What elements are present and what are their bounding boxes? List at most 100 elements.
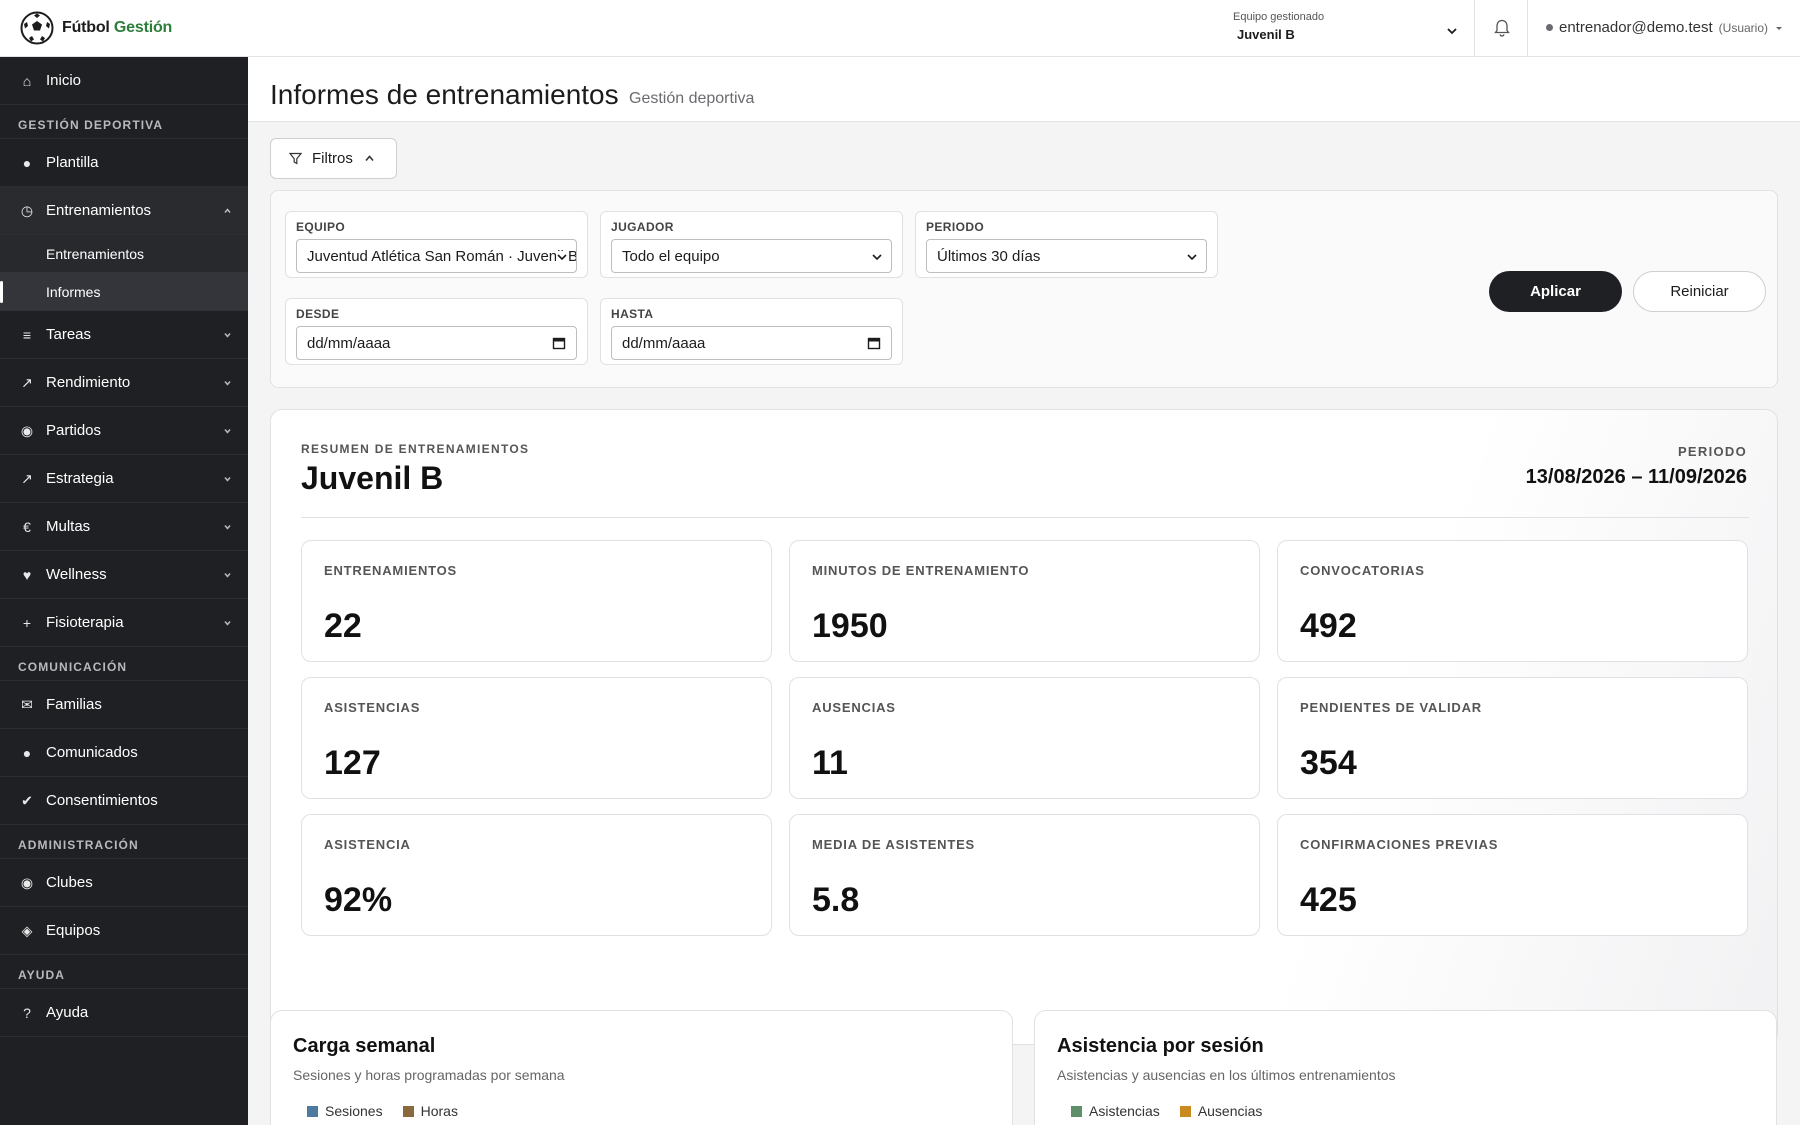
- card-title: Carga semanal: [293, 1035, 436, 1057]
- sidebar-item-multas[interactable]: € Multas: [0, 503, 248, 551]
- stat-label: ENTRENAMIENTOS: [324, 563, 458, 578]
- card-subtitle: Asistencias y ausencias en los últimos e…: [1057, 1067, 1396, 1083]
- stat-label: ASISTENCIAS: [324, 700, 421, 715]
- stat-label: CONFIRMACIONES PREVIAS: [1300, 837, 1499, 852]
- stat-label: PENDIENTES DE VALIDAR: [1300, 700, 1482, 715]
- sidebar-item-tareas[interactable]: ≡ Tareas: [0, 311, 248, 359]
- header-divider: [1474, 0, 1475, 57]
- legend-swatch: [307, 1105, 318, 1117]
- summary-period-value: 13/08/2026 – 11/09/2026: [1525, 466, 1747, 488]
- sidebar-item-plantilla[interactable]: ● Plantilla: [0, 139, 248, 187]
- card-title: Asistencia por sesión: [1057, 1035, 1264, 1057]
- sidebar-subitem-informes[interactable]: Informes: [0, 273, 248, 311]
- stat-value: 5.8: [812, 881, 860, 919]
- summary-divider: [301, 517, 1749, 518]
- managed-team-label: Equipo gestionado: [1233, 11, 1325, 23]
- trend-arrow-icon: ↗: [21, 374, 33, 390]
- sidebar-item-equipos[interactable]: ◈ Equipos: [0, 907, 248, 955]
- top-bar: Fútbol Gestión Equipo gestionado Juvenil…: [0, 0, 1800, 57]
- summary-team: Juvenil B: [301, 460, 444, 496]
- stat-value: 127: [324, 744, 381, 782]
- stat-card: MEDIA DE ASISTENTES 5.8: [789, 814, 1260, 936]
- periodo-select[interactable]: Últimos 30 días: [926, 239, 1207, 273]
- stat-label: AUSENCIAS: [812, 700, 896, 715]
- attendance-card: Asistencia por sesión Asistencias y ause…: [1034, 1010, 1777, 1125]
- sidebar-subitem-entrenamientos[interactable]: Entrenamientos: [0, 235, 248, 273]
- stat-card: CONFIRMACIONES PREVIAS 425: [1277, 814, 1748, 936]
- sidebar-item-comunicados[interactable]: ● Comunicados: [0, 729, 248, 777]
- sidebar-item-label: Estrategia: [46, 470, 114, 487]
- sidebar-item-partidos[interactable]: ◉ Partidos: [0, 407, 248, 455]
- calendar-icon[interactable]: [552, 336, 566, 350]
- legend-label: Ausencias: [1197, 1103, 1263, 1119]
- filter-jugador: JUGADOR Todo el equipo: [600, 211, 903, 278]
- sidebar-item-label: Comunicados: [46, 744, 138, 761]
- page-title: Informes de entrenamientos: [270, 79, 619, 110]
- sidebar-item-label: Plantilla: [46, 154, 99, 171]
- sidebar-item-label: Rendimiento: [46, 374, 131, 391]
- header-divider: [1527, 0, 1528, 57]
- stat-card: ASISTENCIAS 127: [301, 677, 772, 799]
- bell-icon[interactable]: [1492, 18, 1512, 38]
- heart-icon: ♥: [22, 566, 32, 583]
- stat-value: 492: [1300, 607, 1357, 645]
- legend-swatch: [402, 1105, 414, 1117]
- stat-card: PENDIENTES DE VALIDAR 354: [1277, 677, 1748, 799]
- app-logo[interactable]: Fútbol Gestión: [20, 11, 172, 45]
- chevron-down-icon: [1447, 28, 1457, 35]
- legend-label: Asistencias: [1089, 1103, 1160, 1119]
- sidebar-item-label: Clubes: [46, 874, 93, 891]
- chevron-down-icon: [224, 620, 231, 626]
- sidebar-item-label: Entrenamientos: [46, 202, 152, 219]
- sidebar-item-wellness[interactable]: ♥ Wellness: [0, 551, 248, 599]
- page-header: Informes de entrenamientos Gestión depor…: [248, 57, 1800, 122]
- managed-team-select[interactable]: Equipo gestionado Juvenil B: [1232, 0, 1474, 57]
- legend-item: Horas: [402, 1103, 458, 1119]
- sidebar-item-label: Familias: [46, 696, 102, 713]
- sidebar-item-label: Tareas: [46, 326, 92, 343]
- equipo-select[interactable]: Juventud Atlética San Román · Juvenil B: [296, 239, 577, 273]
- chevron-down-icon: [224, 380, 231, 386]
- sidebar-item-clubes[interactable]: ◉ Clubes: [0, 859, 248, 907]
- filters-toggle-button[interactable]: Filtros: [270, 138, 397, 179]
- reset-button[interactable]: Reiniciar: [1633, 271, 1766, 312]
- legend-item: Sesiones: [307, 1103, 383, 1119]
- apply-button[interactable]: Aplicar: [1489, 271, 1622, 312]
- jugador-select[interactable]: Todo el equipo: [611, 239, 892, 273]
- diamond-icon: ◈: [21, 922, 33, 938]
- chart-legend: Asistencias Ausencias: [1071, 1103, 1262, 1119]
- sidebar-item-entrenamientos[interactable]: ◷ Entrenamientos: [0, 187, 248, 235]
- filter-periodo-label: PERIODO: [926, 220, 985, 234]
- filter-equipo-label: EQUIPO: [296, 220, 346, 234]
- calendar-icon[interactable]: [867, 336, 881, 350]
- stat-value: 1950: [812, 607, 888, 645]
- filter-hasta-label: HASTA: [611, 307, 654, 321]
- brand-name: Fútbol Gestión: [62, 19, 173, 36]
- chevron-down-icon: [224, 572, 231, 578]
- list-icon: ≡: [22, 326, 32, 343]
- chevron-up-icon: [365, 155, 374, 162]
- legend-swatch: [1071, 1105, 1082, 1117]
- stat-value: 22: [324, 607, 362, 645]
- sidebar-item-familias[interactable]: ✉ Familias: [0, 681, 248, 729]
- hasta-date-input[interactable]: dd/mm/aaaa: [611, 326, 892, 360]
- user-status-dot: [1546, 24, 1553, 31]
- soccer-ball-icon: [20, 11, 54, 45]
- sidebar-section-administracion: ADMINISTRACIÓN: [0, 825, 248, 859]
- training-summary: RESUMEN DE ENTRENAMIENTOS Juvenil B PERI…: [270, 409, 1778, 1045]
- sidebar-item-estrategia[interactable]: ↗ Estrategia: [0, 455, 248, 503]
- desde-date-input[interactable]: dd/mm/aaaa: [296, 326, 577, 360]
- sidebar-item-rendimiento[interactable]: ↗ Rendimiento: [0, 359, 248, 407]
- main-content: Informes de entrenamientos Gestión depor…: [248, 57, 1800, 1125]
- user-menu[interactable]: entrenador@demo.test (Usuario): [1546, 19, 1784, 36]
- chevron-down-icon: [224, 524, 231, 530]
- filter-icon: [289, 152, 302, 165]
- sidebar-item-ayuda[interactable]: ? Ayuda: [0, 989, 248, 1037]
- chevron-down-icon: [556, 251, 568, 263]
- sidebar-item-label: Wellness: [46, 566, 107, 583]
- sidebar-item-fisioterapia[interactable]: + Fisioterapia: [0, 599, 248, 647]
- sidebar-item-consentimientos[interactable]: ✔ Consentimientos: [0, 777, 248, 825]
- chart-legend: Sesiones Horas: [307, 1103, 458, 1119]
- hasta-date-value: dd/mm/aaaa: [622, 334, 706, 352]
- sidebar-item-inicio[interactable]: ⌂ Inicio: [0, 57, 248, 105]
